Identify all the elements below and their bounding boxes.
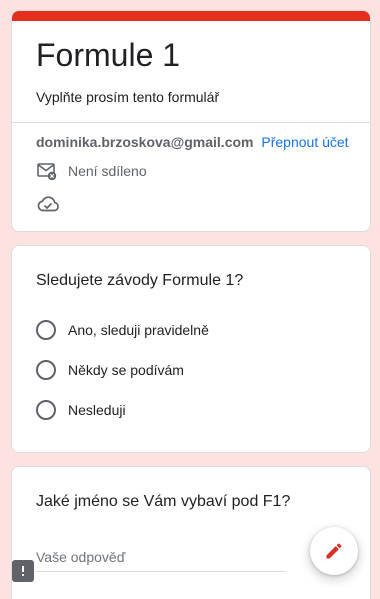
radio-button[interactable]: [36, 360, 56, 380]
option-nekdy[interactable]: Někdy se podívám: [36, 360, 184, 380]
pencil-icon: [326, 543, 342, 559]
report-problem-button[interactable]: [12, 560, 34, 582]
cloud-saved-row: [36, 195, 60, 218]
question-card-1: Sledujete závody Formule 1? Ano, sleduji…: [11, 245, 371, 453]
share-status-text: Není sdíleno: [68, 163, 147, 179]
divider: [12, 122, 370, 123]
radio-button[interactable]: [36, 320, 56, 340]
share-status-row: Není sdíleno: [36, 161, 147, 181]
radio-button[interactable]: [36, 400, 56, 420]
accent-bar: [12, 11, 370, 21]
option-label: Nesleduji: [68, 402, 126, 418]
question-2-text: Jaké jméno se Vám vybaví pod F1?: [36, 493, 291, 510]
account-email: dominika.brzoskova@gmail.com: [36, 134, 254, 150]
option-nesleduji[interactable]: Nesleduji: [36, 400, 126, 420]
account-row: dominika.brzoskova@gmail.com Přepnout úč…: [36, 134, 349, 150]
form-header-card: Formule 1 Vyplňte prosím tento formulář …: [11, 10, 371, 232]
switch-account-link[interactable]: Přepnout účet: [261, 134, 348, 150]
option-label: Někdy se podívám: [68, 362, 184, 378]
form-title: Formule 1: [36, 37, 181, 73]
question-1-text: Sledujete závody Formule 1?: [36, 272, 244, 289]
option-label: Ano, sleduji pravidelně: [68, 322, 209, 338]
option-ano-sleduji[interactable]: Ano, sleduji pravidelně: [36, 320, 209, 340]
mail-not-shared-icon: [37, 163, 57, 181]
edit-button[interactable]: [310, 527, 358, 575]
report-problem-icon: [22, 566, 24, 576]
answer-input[interactable]: [36, 547, 286, 572]
form-description: Vyplňte prosím tento formulář: [36, 89, 220, 105]
cloud-saved-icon: [37, 196, 59, 212]
